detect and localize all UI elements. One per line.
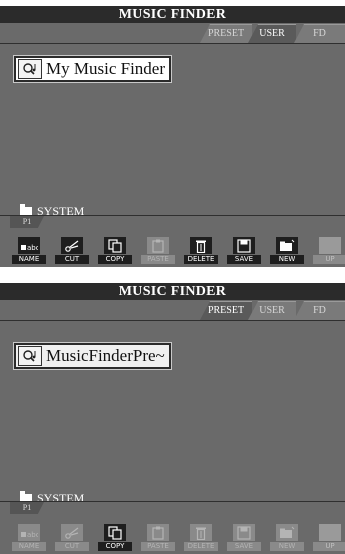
disk-icon bbox=[233, 237, 255, 254]
save-button[interactable]: SAVE bbox=[227, 237, 261, 265]
file-item-music-finder-preset[interactable]: MusicFinderPre~ bbox=[14, 343, 171, 369]
rename-icon: abc bbox=[18, 237, 40, 254]
cut-button-label: CUT bbox=[55, 255, 89, 264]
copy-icon bbox=[104, 237, 126, 254]
trash-icon bbox=[190, 524, 212, 541]
file-item-label: My Music Finder bbox=[46, 59, 165, 78]
folder-label: SYSTEM bbox=[37, 491, 85, 505]
paste-icon bbox=[147, 237, 169, 254]
trash-icon bbox=[190, 237, 212, 254]
delete-button-label: DELETE bbox=[184, 255, 218, 264]
paste-button-label: PASTE bbox=[141, 542, 175, 551]
page-tab-p1[interactable]: P1 bbox=[10, 216, 44, 228]
up-button[interactable]: UP bbox=[313, 237, 345, 265]
rename-icon: abc bbox=[18, 524, 40, 541]
file-item-label: MusicFinderPre~ bbox=[46, 346, 165, 365]
tab-divider bbox=[0, 320, 345, 321]
save-button-label: SAVE bbox=[227, 542, 261, 551]
paste-icon bbox=[147, 524, 169, 541]
folder-up-icon bbox=[319, 524, 341, 541]
copy-button[interactable]: COPY bbox=[98, 237, 132, 265]
delete-button[interactable]: DELETE bbox=[184, 237, 218, 265]
music-finder-screen-preset: MUSIC FINDER PRESET USER FD MusicFinderP… bbox=[0, 283, 345, 554]
music-finder-screen-user: MUSIC FINDER PRESET USER FD My Music Fin… bbox=[0, 6, 345, 267]
svg-text:abc: abc bbox=[27, 244, 38, 252]
cut-button[interactable]: CUT bbox=[55, 237, 89, 265]
button-bar: abc NAME CUT COPY PASTE DELETE SAVE NEW … bbox=[0, 524, 345, 552]
cut-button-label: CUT bbox=[55, 542, 89, 551]
scissors-icon bbox=[61, 524, 83, 541]
new-folder-icon bbox=[276, 524, 298, 541]
save-button[interactable]: SAVE bbox=[227, 524, 261, 552]
file-item-my-music-finder[interactable]: My Music Finder bbox=[14, 56, 171, 82]
delete-button[interactable]: DELETE bbox=[184, 524, 218, 552]
name-button-label: NAME bbox=[12, 255, 46, 264]
up-button-label: UP bbox=[313, 255, 345, 264]
page-tab-divider bbox=[0, 501, 345, 502]
folder-label: SYSTEM bbox=[37, 204, 85, 218]
svg-text:abc: abc bbox=[27, 531, 38, 539]
copy-button-label: COPY bbox=[98, 542, 132, 551]
screen-title: MUSIC FINDER bbox=[0, 6, 345, 23]
scissors-icon bbox=[61, 237, 83, 254]
music-search-icon bbox=[18, 59, 42, 79]
new-button[interactable]: NEW bbox=[270, 524, 304, 552]
copy-button-label: COPY bbox=[98, 255, 132, 264]
page-tab-divider bbox=[0, 215, 345, 216]
new-button-label: NEW bbox=[270, 255, 304, 264]
folder-up-icon bbox=[319, 237, 341, 254]
button-bar: abc NAME CUT COPY PASTE DELETE SAVE NEW … bbox=[0, 237, 345, 265]
save-button-label: SAVE bbox=[227, 255, 261, 264]
cut-button[interactable]: CUT bbox=[55, 524, 89, 552]
paste-button[interactable]: PASTE bbox=[141, 524, 175, 552]
screen-title: MUSIC FINDER bbox=[0, 283, 345, 300]
up-button[interactable]: UP bbox=[313, 524, 345, 552]
paste-button-label: PASTE bbox=[141, 255, 175, 264]
copy-icon bbox=[104, 524, 126, 541]
paste-button[interactable]: PASTE bbox=[141, 237, 175, 265]
name-button[interactable]: abc NAME bbox=[12, 237, 46, 265]
music-search-icon bbox=[18, 346, 42, 366]
new-button-label: NEW bbox=[270, 542, 304, 551]
name-button-label: NAME bbox=[12, 542, 46, 551]
delete-button-label: DELETE bbox=[184, 542, 218, 551]
new-button[interactable]: NEW bbox=[270, 237, 304, 265]
up-button-label: UP bbox=[313, 542, 345, 551]
name-button[interactable]: abc NAME bbox=[12, 524, 46, 552]
tab-divider bbox=[0, 43, 345, 44]
copy-button[interactable]: COPY bbox=[98, 524, 132, 552]
disk-icon bbox=[233, 524, 255, 541]
page-tab-p1[interactable]: P1 bbox=[10, 502, 44, 514]
new-folder-icon bbox=[276, 237, 298, 254]
